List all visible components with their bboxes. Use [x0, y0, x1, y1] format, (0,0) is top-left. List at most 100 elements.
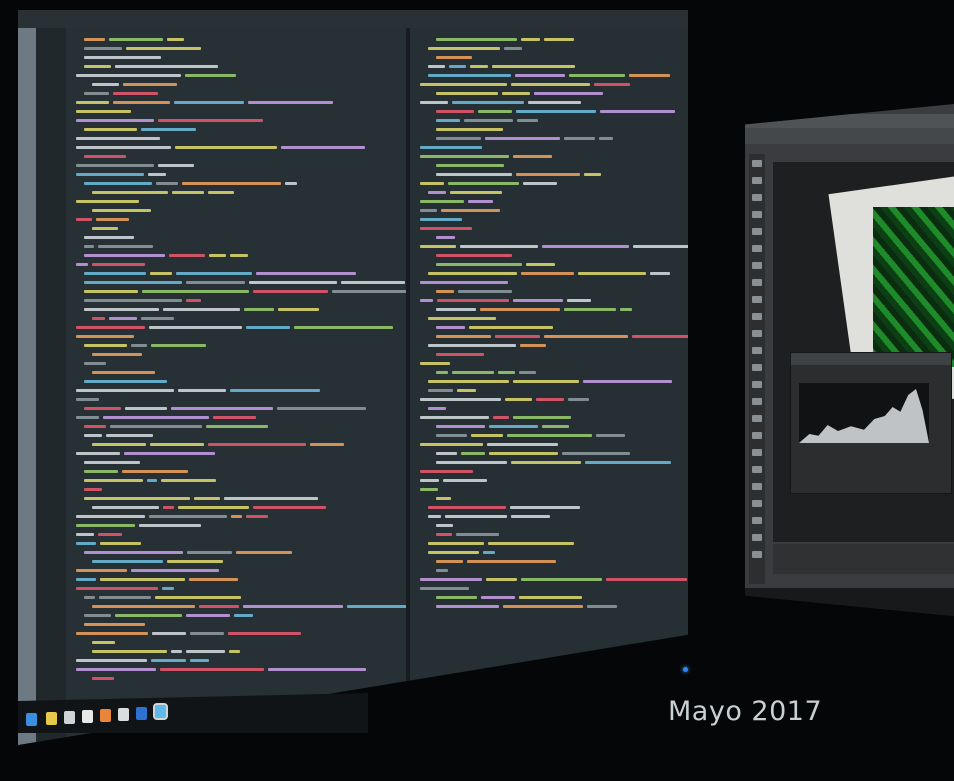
- code-line-segment: [92, 605, 195, 608]
- code-line-segment: [109, 317, 137, 320]
- code-line-segment: [113, 101, 170, 104]
- code-line-segment: [84, 128, 137, 131]
- code-line-segment: [310, 443, 344, 446]
- code-line-segment: [84, 308, 159, 311]
- layers-strip: [773, 544, 954, 574]
- code-line-segment: [452, 101, 524, 104]
- code-line-segment: [246, 326, 290, 329]
- code-line-segment: [436, 524, 453, 527]
- code-line-segment: [84, 299, 182, 302]
- code-line-segment: [92, 677, 114, 680]
- code-line-segment: [544, 335, 628, 338]
- code-line-segment: [428, 515, 441, 518]
- code-line-segment: [256, 272, 356, 275]
- code-line-segment: [84, 47, 122, 50]
- tool-icon: [752, 296, 762, 303]
- code-line-segment: [126, 47, 201, 50]
- code-line-segment: [84, 479, 143, 482]
- code-line-segment: [174, 101, 244, 104]
- code-line-segment: [436, 92, 498, 95]
- code-line-segment: [131, 344, 147, 347]
- code-line-segment: [84, 65, 111, 68]
- tool-icon: [752, 381, 762, 388]
- code-line-segment: [84, 380, 167, 383]
- code-line-segment: [420, 479, 439, 482]
- code-line-segment: [428, 344, 516, 347]
- code-line-segment: [436, 452, 457, 455]
- code-line-segment: [492, 65, 575, 68]
- code-line-segment: [277, 407, 366, 410]
- tool-icon: [752, 177, 762, 184]
- code-line-segment: [76, 263, 88, 266]
- tool-icon: [752, 262, 762, 269]
- code-line-segment: [480, 308, 560, 311]
- code-line-segment: [436, 371, 448, 374]
- code-line-segment: [606, 578, 687, 581]
- code-pane-right: [410, 28, 688, 745]
- tool-icon: [752, 432, 762, 439]
- code-line-segment: [583, 380, 672, 383]
- code-line-segment: [171, 650, 182, 653]
- code-line-segment: [243, 605, 343, 608]
- code-line-segment: [106, 434, 153, 437]
- tool-icon: [752, 449, 762, 456]
- code-line-segment: [76, 632, 148, 635]
- code-line-segment: [544, 38, 574, 41]
- code-line-segment: [84, 623, 145, 626]
- code-line-segment: [92, 641, 115, 644]
- code-line-segment: [268, 668, 366, 671]
- store-icon: [64, 711, 75, 724]
- code-line-segment: [278, 308, 319, 311]
- tool-icon: [752, 398, 762, 405]
- code-line-segment: [488, 542, 574, 545]
- tool-icon: [752, 364, 762, 371]
- code-line-segment: [428, 47, 500, 50]
- code-line-segment: [246, 515, 268, 518]
- code-line-segment: [513, 299, 563, 302]
- right-monitor-image-editor: [745, 104, 954, 616]
- code-line-segment: [569, 74, 625, 77]
- code-line-segment: [163, 506, 174, 509]
- notes-icon: [118, 708, 129, 721]
- code-line-segment: [76, 119, 154, 122]
- code-line-segment: [467, 560, 556, 563]
- code-pane-left: [66, 28, 443, 745]
- code-line-segment: [123, 83, 177, 86]
- code-line-segment: [162, 587, 174, 590]
- code-line-segment: [167, 560, 223, 563]
- code-line-segment: [428, 74, 511, 77]
- code-line-segment: [186, 299, 201, 302]
- code-line-segment: [139, 524, 201, 527]
- code-line-segment: [578, 272, 646, 275]
- code-line-segment: [190, 632, 224, 635]
- code-line-segment: [478, 110, 512, 113]
- code-line-segment: [76, 587, 158, 590]
- code-line-segment: [428, 380, 509, 383]
- code-line-segment: [92, 83, 119, 86]
- code-line-segment: [483, 551, 495, 554]
- code-line-segment: [460, 245, 538, 248]
- code-line-segment: [564, 308, 616, 311]
- code-line-segment: [420, 218, 462, 221]
- code-line-segment: [341, 281, 405, 284]
- code-line-segment: [521, 272, 574, 275]
- code-line-segment: [169, 254, 205, 257]
- code-line-segment: [471, 434, 503, 437]
- code-line-segment: [84, 461, 140, 464]
- code-line-segment: [428, 506, 506, 509]
- code-line-segment: [420, 146, 482, 149]
- code-line-segment: [84, 407, 121, 410]
- code-line-segment: [84, 236, 134, 239]
- code-line-segment: [178, 389, 226, 392]
- code-line-segment: [158, 164, 194, 167]
- code-line-segment: [456, 533, 499, 536]
- code-line-segment: [76, 389, 174, 392]
- code-line-segment: [189, 578, 238, 581]
- code-line-segment: [84, 551, 183, 554]
- code-line-segment: [186, 650, 225, 653]
- code-line-segment: [156, 182, 178, 185]
- code-line-segment: [436, 434, 467, 437]
- code-line-segment: [84, 497, 190, 500]
- code-line-segment: [436, 173, 512, 176]
- code-line-segment: [428, 389, 453, 392]
